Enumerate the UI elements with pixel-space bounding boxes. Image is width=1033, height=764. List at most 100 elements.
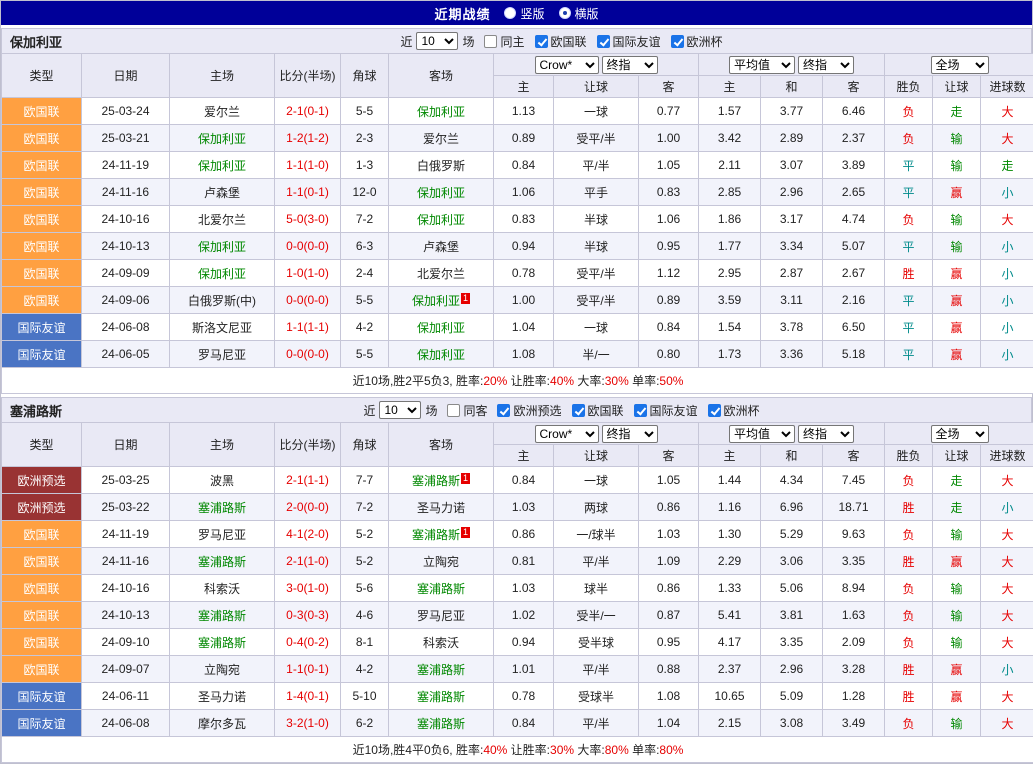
- cell-odds-4: 5.06: [761, 575, 823, 602]
- cell-away-team: 塞浦路斯1: [389, 521, 494, 548]
- scope-selects: 全场: [885, 425, 1033, 443]
- cell-result-1: 赢: [933, 287, 981, 314]
- average-selects: 平均值终指: [699, 425, 884, 443]
- bookmaker-stage-select[interactable]: 终指: [602, 56, 658, 74]
- filter-checkbox[interactable]: 欧洲杯: [708, 402, 760, 419]
- sub-header-8: 进球数: [981, 445, 1033, 467]
- average-stage-select[interactable]: 终指: [798, 56, 854, 74]
- checkbox-icon[interactable]: [572, 404, 585, 417]
- cell-odds-1: 受球半: [554, 683, 639, 710]
- cell-result-0: 胜: [885, 494, 933, 521]
- cell-date: 24-06-05: [82, 341, 170, 368]
- cell-odds-4: 2.96: [761, 179, 823, 206]
- average-stage-select[interactable]: 终指: [798, 425, 854, 443]
- cell-score: 0-0(0-0): [275, 233, 341, 260]
- checkbox-icon[interactable]: [447, 404, 460, 417]
- cell-away-team: 圣马力诺: [389, 494, 494, 521]
- cell-result-1: 输: [933, 602, 981, 629]
- cell-home-team: 斯洛文尼亚: [170, 314, 275, 341]
- checkbox-icon[interactable]: [497, 404, 510, 417]
- col-header-3: 比分(半场): [275, 423, 341, 467]
- table-row: 国际友谊24-06-08摩尔多瓦3-2(1-0)6-2塞浦路斯0.84平/半1.…: [2, 710, 1033, 737]
- cell-odds-0: 0.81: [494, 548, 554, 575]
- checkbox-label: 国际友谊: [650, 402, 698, 419]
- checkbox-icon[interactable]: [597, 35, 610, 48]
- filter-checkbox[interactable]: 欧国联: [572, 402, 624, 419]
- bookmaker-stage-select[interactable]: 终指: [602, 425, 658, 443]
- scope-select[interactable]: 全场: [931, 425, 989, 443]
- checkbox-icon[interactable]: [671, 35, 684, 48]
- cell-result-2: 小: [981, 314, 1033, 341]
- cell-odds-1: 平/半: [554, 152, 639, 179]
- checkbox-icon[interactable]: [484, 35, 497, 48]
- radio-icon-vertical[interactable]: [504, 7, 516, 19]
- recent-count-select[interactable]: 10: [416, 32, 458, 50]
- checkbox-icon[interactable]: [708, 404, 721, 417]
- away-team-name: 塞浦路斯: [417, 690, 465, 704]
- cell-result-0: 平: [885, 152, 933, 179]
- cell-odds-0: 0.84: [494, 710, 554, 737]
- recent-count-select[interactable]: 10: [379, 401, 421, 419]
- cell-result-2: 小: [981, 494, 1033, 521]
- cell-odds-2: 0.84: [639, 314, 699, 341]
- bookmaker-select[interactable]: Crow*: [535, 425, 599, 443]
- table-row: 欧国联24-09-10塞浦路斯0-4(0-2)8-1科索沃0.94受半球0.95…: [2, 629, 1033, 656]
- cell-odds-3: 1.57: [699, 98, 761, 125]
- cell-date: 24-09-07: [82, 656, 170, 683]
- cell-odds-3: 2.85: [699, 179, 761, 206]
- cell-odds-0: 0.89: [494, 125, 554, 152]
- home-team-name: 北爱尔兰: [198, 213, 246, 227]
- cell-odds-4: 5.09: [761, 683, 823, 710]
- average-select[interactable]: 平均值: [729, 425, 795, 443]
- filter-checkbox[interactable]: 国际友谊: [597, 33, 661, 50]
- col-header-0: 类型: [2, 54, 82, 98]
- filter-checkbox[interactable]: 欧洲杯: [671, 33, 723, 50]
- cell-result-1: 赢: [933, 548, 981, 575]
- cell-odds-4: 3.34: [761, 233, 823, 260]
- filter-checkbox[interactable]: 同客: [447, 402, 487, 419]
- filter-checkbox[interactable]: 同主: [484, 33, 524, 50]
- cell-score: 2-0(0-0): [275, 494, 341, 521]
- cell-date: 25-03-21: [82, 125, 170, 152]
- table-row: 欧洲预选25-03-22塞浦路斯2-0(0-0)7-2圣马力诺1.03两球0.8…: [2, 494, 1033, 521]
- cell-away-team: 科索沃: [389, 629, 494, 656]
- cell-score: 1-2(1-2): [275, 125, 341, 152]
- cell-result-0: 负: [885, 98, 933, 125]
- layout-option-vertical[interactable]: 竖版: [504, 5, 544, 22]
- checkbox-icon[interactable]: [535, 35, 548, 48]
- cell-result-0: 胜: [885, 683, 933, 710]
- cell-odds-1: 受半球: [554, 629, 639, 656]
- cell-odds-2: 0.87: [639, 602, 699, 629]
- filter-checkbox[interactable]: 欧洲预选: [497, 402, 561, 419]
- cell-competition: 欧洲预选: [2, 467, 82, 494]
- col-header-1: 日期: [82, 54, 170, 98]
- cell-odds-1: 受平/半: [554, 260, 639, 287]
- filter-checkbox[interactable]: 国际友谊: [634, 402, 698, 419]
- cell-odds-1: 半球: [554, 206, 639, 233]
- cell-result-1: 输: [933, 710, 981, 737]
- scope-select[interactable]: 全场: [931, 56, 989, 74]
- radio-icon-horizontal[interactable]: [559, 7, 571, 19]
- checkbox-icon[interactable]: [634, 404, 647, 417]
- cell-date: 24-11-16: [82, 548, 170, 575]
- cell-odds-2: 0.86: [639, 494, 699, 521]
- table-row: 欧国联24-11-16卢森堡1-1(0-1)12-0保加利亚1.06平手0.83…: [2, 179, 1033, 206]
- cell-corners: 8-1: [341, 629, 389, 656]
- home-team-name: 罗马尼亚: [198, 348, 246, 362]
- table-row: 欧国联24-10-16北爱尔兰5-0(3-0)7-2保加利亚0.83半球1.06…: [2, 206, 1033, 233]
- bookmaker-select[interactable]: Crow*: [535, 56, 599, 74]
- cell-result-1: 赢: [933, 314, 981, 341]
- col-header-4: 角球: [341, 423, 389, 467]
- cell-odds-5: 2.09: [823, 629, 885, 656]
- layout-option-horizontal[interactable]: 横版: [559, 5, 599, 22]
- filter-checkbox[interactable]: 欧国联: [535, 33, 587, 50]
- cell-odds-2: 1.05: [639, 467, 699, 494]
- summary-row: 近10场,胜2平5负3, 胜率:20% 让胜率:40% 大率:30% 单率:50…: [2, 368, 1033, 394]
- team-section: 塞浦路斯近10场同客欧洲预选欧国联国际友谊欧洲杯类型日期主场比分(半场)角球客场…: [1, 397, 1032, 763]
- cell-competition: 国际友谊: [2, 683, 82, 710]
- cell-competition: 欧国联: [2, 152, 82, 179]
- cell-date: 24-10-13: [82, 233, 170, 260]
- average-select[interactable]: 平均值: [729, 56, 795, 74]
- home-team-name: 塞浦路斯: [198, 501, 246, 515]
- cell-odds-3: 1.16: [699, 494, 761, 521]
